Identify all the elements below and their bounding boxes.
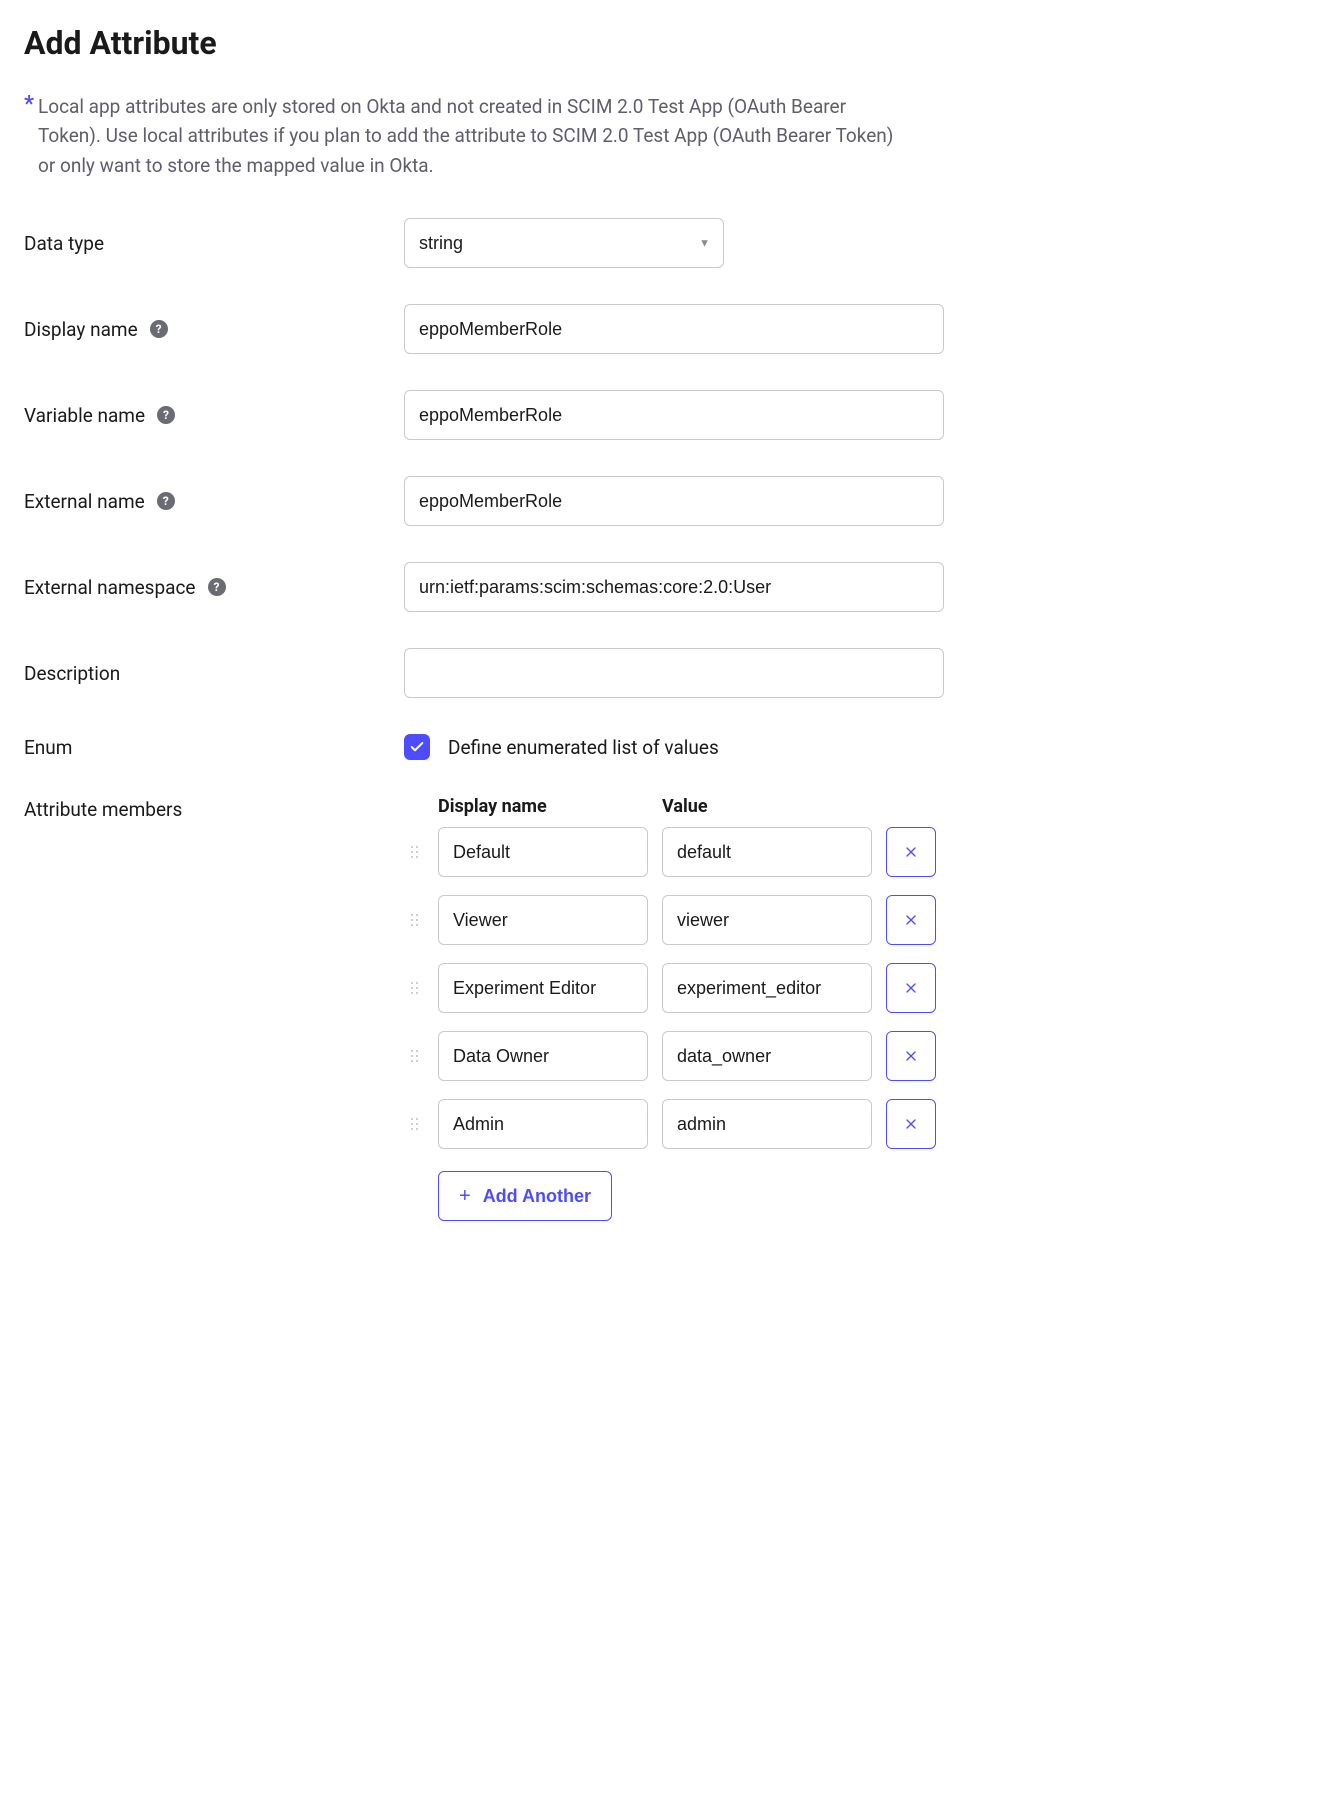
data-type-select[interactable] bbox=[404, 218, 724, 268]
asterisk-icon: * bbox=[24, 92, 34, 118]
members-header-value: Value bbox=[662, 796, 872, 817]
member-row bbox=[404, 1031, 944, 1081]
member-value-input[interactable] bbox=[662, 1099, 872, 1149]
member-value-input[interactable] bbox=[662, 895, 872, 945]
member-display-input[interactable] bbox=[438, 895, 648, 945]
remove-member-button[interactable] bbox=[886, 827, 936, 877]
member-display-input[interactable] bbox=[438, 963, 648, 1013]
enum-checkbox-label: Define enumerated list of values bbox=[448, 736, 719, 759]
member-value-input[interactable] bbox=[662, 827, 872, 877]
member-value-input[interactable] bbox=[662, 1031, 872, 1081]
description-input[interactable] bbox=[404, 648, 944, 698]
variable-name-input[interactable] bbox=[404, 390, 944, 440]
member-display-input[interactable] bbox=[438, 1031, 648, 1081]
variable-name-label: Variable name bbox=[24, 404, 145, 427]
member-value-input[interactable] bbox=[662, 963, 872, 1013]
member-row bbox=[404, 963, 944, 1013]
info-text: * Local app attributes are only stored o… bbox=[24, 92, 904, 180]
close-icon bbox=[903, 912, 919, 928]
close-icon bbox=[903, 1048, 919, 1064]
external-namespace-label: External namespace bbox=[24, 576, 196, 599]
enum-label: Enum bbox=[24, 736, 72, 759]
drag-handle-icon[interactable] bbox=[404, 982, 424, 994]
page-title: Add Attribute bbox=[24, 24, 1296, 62]
member-display-input[interactable] bbox=[438, 1099, 648, 1149]
member-row bbox=[404, 1099, 944, 1149]
help-icon[interactable]: ? bbox=[208, 578, 226, 596]
plus-icon: + bbox=[459, 1185, 471, 1208]
external-name-input[interactable] bbox=[404, 476, 944, 526]
close-icon bbox=[903, 1116, 919, 1132]
member-row bbox=[404, 827, 944, 877]
drag-handle-icon[interactable] bbox=[404, 1118, 424, 1130]
remove-member-button[interactable] bbox=[886, 895, 936, 945]
help-icon[interactable]: ? bbox=[150, 320, 168, 338]
member-display-input[interactable] bbox=[438, 827, 648, 877]
help-icon[interactable]: ? bbox=[157, 492, 175, 510]
close-icon bbox=[903, 844, 919, 860]
close-icon bbox=[903, 980, 919, 996]
members-header-display: Display name bbox=[438, 796, 648, 817]
remove-member-button[interactable] bbox=[886, 1031, 936, 1081]
remove-member-button[interactable] bbox=[886, 1099, 936, 1149]
external-namespace-input[interactable] bbox=[404, 562, 944, 612]
attribute-members-label: Attribute members bbox=[24, 798, 182, 821]
external-name-label: External name bbox=[24, 490, 145, 513]
remove-member-button[interactable] bbox=[886, 963, 936, 1013]
display-name-input[interactable] bbox=[404, 304, 944, 354]
add-another-label: Add Another bbox=[483, 1186, 591, 1207]
drag-handle-icon[interactable] bbox=[404, 846, 424, 858]
info-text-content: Local app attributes are only stored on … bbox=[38, 92, 904, 180]
display-name-label: Display name bbox=[24, 318, 138, 341]
description-label: Description bbox=[24, 662, 120, 685]
member-row bbox=[404, 895, 944, 945]
drag-handle-icon[interactable] bbox=[404, 914, 424, 926]
enum-checkbox[interactable] bbox=[404, 734, 430, 760]
data-type-label: Data type bbox=[24, 232, 104, 255]
checkmark-icon bbox=[409, 739, 425, 755]
add-another-button[interactable]: + Add Another bbox=[438, 1171, 612, 1221]
help-icon[interactable]: ? bbox=[157, 406, 175, 424]
drag-handle-icon[interactable] bbox=[404, 1050, 424, 1062]
